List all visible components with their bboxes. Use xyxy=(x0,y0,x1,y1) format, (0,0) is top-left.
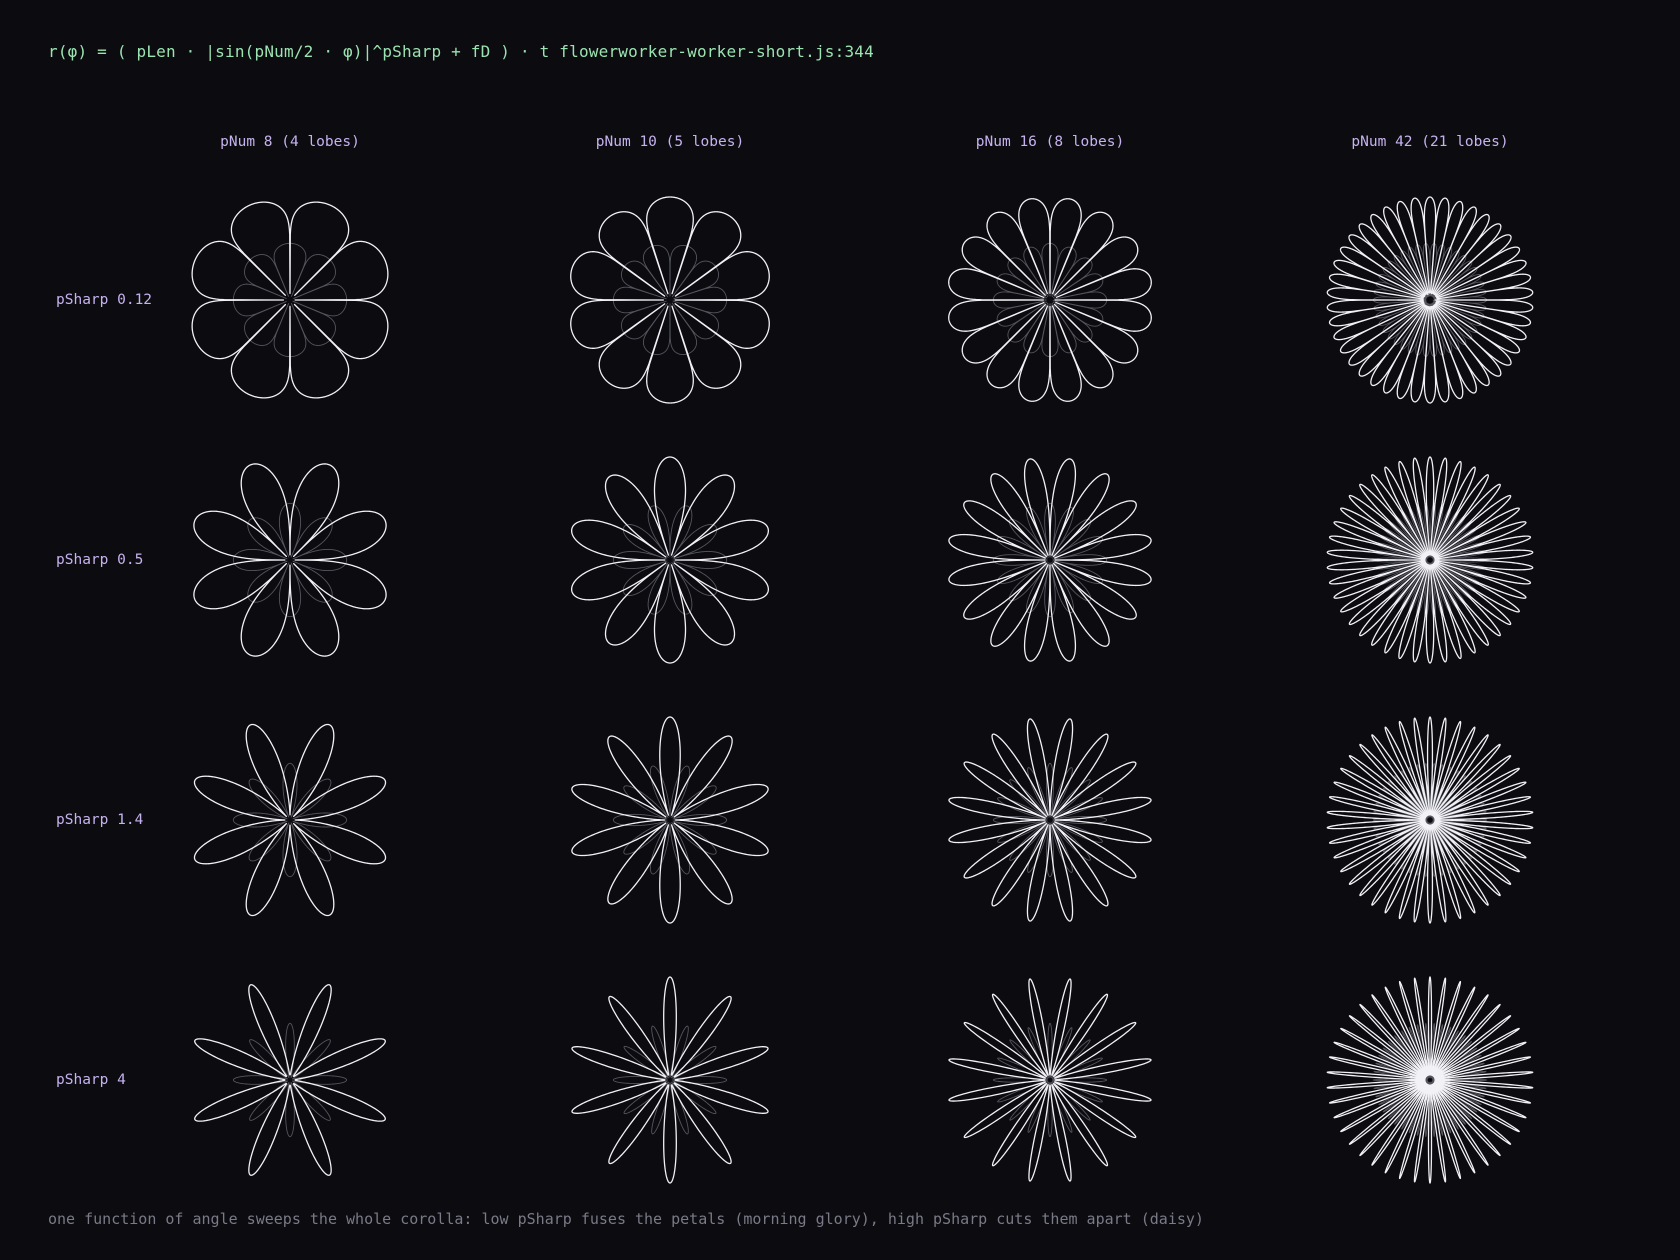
inner-whorl xyxy=(992,1022,1108,1138)
flower-16-1-4 xyxy=(948,718,1152,922)
flower-42-0-5 xyxy=(1326,456,1534,664)
inner-whorl xyxy=(1372,1022,1488,1138)
inner-whorl xyxy=(232,502,348,618)
petal-outline xyxy=(194,984,386,1176)
inner-whorl xyxy=(232,762,348,878)
petal-outline xyxy=(1326,456,1534,664)
petal-outline xyxy=(571,976,769,1184)
petal-outline xyxy=(948,978,1152,1182)
flower-42-4 xyxy=(1326,976,1534,1184)
flower-10-4 xyxy=(571,976,769,1184)
petal-outline xyxy=(570,196,770,404)
caption: one function of angle sweeps the whole c… xyxy=(48,1210,1204,1228)
flower-10-0-5 xyxy=(571,456,769,664)
inner-whorl xyxy=(232,1022,348,1138)
petal-outline xyxy=(948,198,1152,402)
flower-8-4 xyxy=(194,984,386,1176)
inner-whorl xyxy=(612,505,728,615)
flower-10-1-4 xyxy=(571,716,769,924)
flower-42-1-4 xyxy=(1326,716,1534,924)
petal-outline xyxy=(948,718,1152,922)
flower-8-1-4 xyxy=(193,723,387,917)
flower-42-0-12 xyxy=(1326,196,1534,404)
petal-outline xyxy=(571,456,769,664)
inner-whorl xyxy=(612,1025,728,1135)
petal-outline xyxy=(193,463,387,657)
petal-outline xyxy=(948,458,1152,662)
petal-outline xyxy=(1326,716,1534,924)
flower-16-4 xyxy=(948,978,1152,1182)
flower-16-0-12 xyxy=(948,198,1152,402)
petal-outline xyxy=(1326,196,1534,404)
inner-whorl xyxy=(992,762,1108,878)
flower-16-0-5 xyxy=(948,458,1152,662)
flower-8-0-5 xyxy=(193,463,387,657)
petal-outline xyxy=(571,716,769,924)
flower-8-0-12 xyxy=(191,201,389,399)
petal-outline xyxy=(191,201,389,399)
petal-outline xyxy=(193,723,387,917)
petal-outline xyxy=(1326,976,1534,1184)
flower-grid xyxy=(191,196,1534,1184)
flower-10-0-12 xyxy=(570,196,770,404)
